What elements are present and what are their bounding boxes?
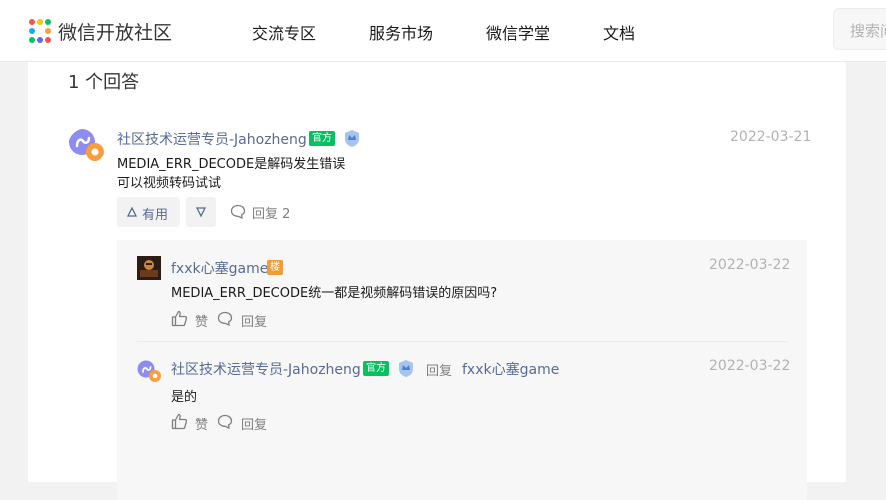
- reply-panel: fxxk心塞game 楼 2022-03-22 MEDIA_ERR_DECODE…: [117, 240, 807, 500]
- thumbs-up-icon: [171, 413, 188, 430]
- like-button[interactable]: 赞: [171, 310, 211, 330]
- answer-count: 1 个回答: [68, 72, 140, 93]
- reply-text: 是的: [171, 390, 198, 405]
- top-navigation-bar: 微信开放社区 交流专区 服务市场 微信学堂 文档 搜索问: [0, 0, 886, 62]
- answer-date: 2022-03-21: [730, 129, 812, 145]
- reply-count-label: 回复 2: [252, 207, 291, 222]
- reply-author[interactable]: fxxk心塞game: [171, 258, 268, 278]
- useful-label: 有用: [142, 208, 169, 223]
- comment-icon: [230, 204, 246, 219]
- reply-to-user[interactable]: fxxk心塞game: [462, 359, 559, 379]
- nav-item-service-market[interactable]: 服务市场: [369, 20, 433, 44]
- reply-author[interactable]: 社区技术运营专员-Jahozheng: [171, 359, 361, 379]
- answers-card: 1 个回答 社区技术运营专员-Jahozheng 官方 2022-03-21 M…: [28, 62, 846, 500]
- brand-title[interactable]: 微信开放社区: [58, 18, 172, 45]
- official-avatar-icon[interactable]: [137, 360, 162, 384]
- game-avatar-icon[interactable]: [137, 256, 161, 280]
- reply-button[interactable]: 回复: [217, 310, 271, 330]
- like-button[interactable]: 赞: [171, 413, 211, 433]
- reply-text: MEDIA_ERR_DECODE统一都是视频解码错误的原因吗?: [171, 286, 498, 301]
- official-avatar-icon[interactable]: [68, 128, 106, 164]
- shield-crown-icon: [345, 130, 359, 147]
- like-label: 赞: [195, 315, 209, 330]
- op-badge: 楼: [267, 260, 283, 275]
- thumbs-up-icon: [171, 310, 188, 327]
- wechat-community-logo-icon[interactable]: [28, 17, 52, 45]
- official-badge: 官方: [363, 361, 389, 376]
- reply-date: 2022-03-22: [709, 257, 791, 273]
- answer-line-2: 可以视频转码试试: [117, 176, 222, 191]
- reply-date: 2022-03-22: [709, 358, 791, 374]
- reply-divider: [137, 341, 787, 342]
- comment-icon: [217, 311, 233, 326]
- answer-author[interactable]: 社区技术运营专员-Jahozheng: [117, 129, 307, 149]
- reply-to-label: 回复: [426, 364, 453, 379]
- triangle-up-icon: [127, 207, 137, 217]
- comment-icon: [217, 414, 233, 429]
- nav-item-docs[interactable]: 文档: [603, 20, 635, 44]
- shield-crown-icon: [399, 360, 413, 377]
- triangle-down-icon: [196, 207, 206, 217]
- useful-button[interactable]: 有用: [117, 197, 180, 227]
- not-useful-button[interactable]: [186, 197, 216, 227]
- reply-button[interactable]: 回复: [217, 413, 271, 433]
- reply-label: 回复: [241, 315, 268, 330]
- nav-item-academy[interactable]: 微信学堂: [486, 20, 550, 44]
- reply-label: 回复: [241, 418, 268, 433]
- search-input[interactable]: 搜索问: [833, 8, 886, 50]
- answer-line-1: MEDIA_ERR_DECODE是解码发生错误: [117, 157, 346, 172]
- nav-item-exchange[interactable]: 交流专区: [252, 20, 316, 44]
- official-badge: 官方: [309, 131, 335, 146]
- like-label: 赞: [195, 418, 209, 433]
